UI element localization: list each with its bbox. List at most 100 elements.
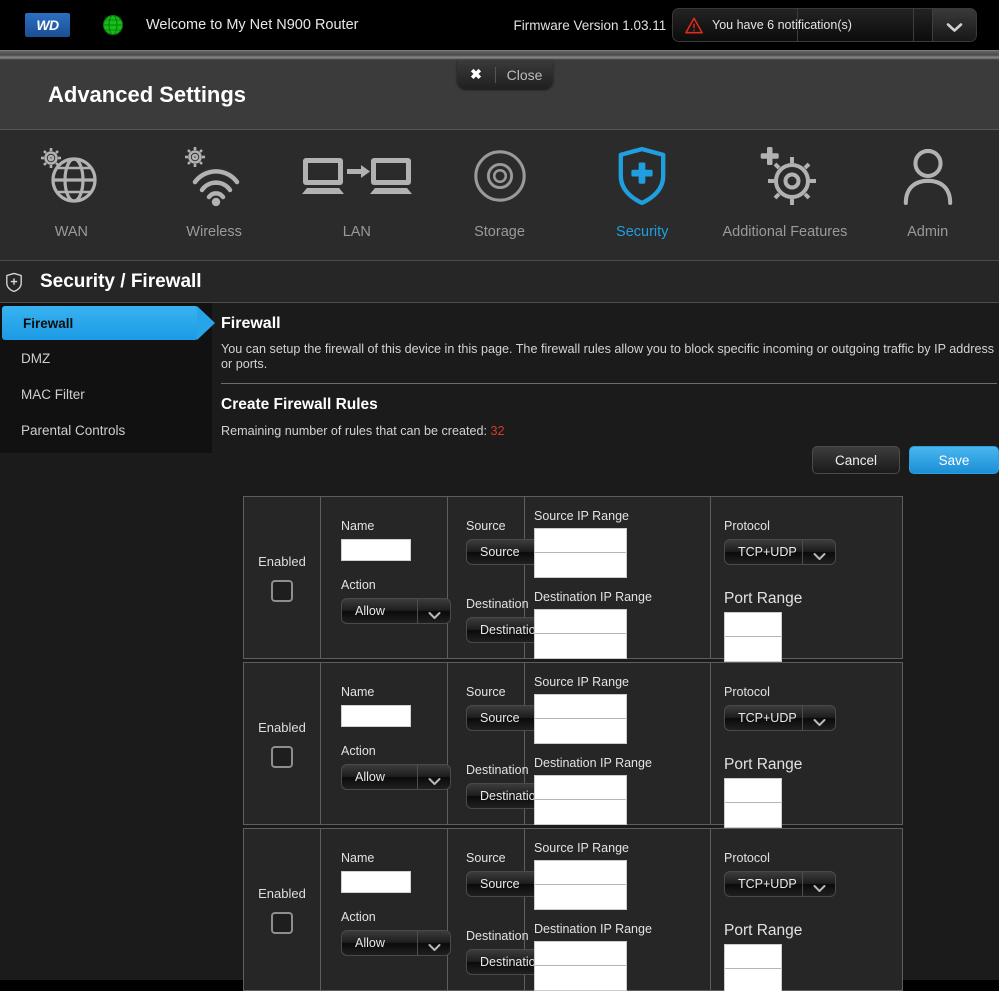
- source-ip-from-input[interactable]: [535, 529, 626, 553]
- nav-label-admin: Admin: [907, 224, 949, 240]
- port-to-input[interactable]: [725, 803, 781, 827]
- protocol-dropdown-value: TCP+UDP: [738, 545, 797, 559]
- rule-ip-range-cell: Source IP Range Destination IP Range: [525, 497, 711, 659]
- port-from-input[interactable]: [725, 613, 781, 637]
- protocol-dropdown[interactable]: TCP+UDP: [724, 705, 836, 731]
- nav-label-wireless: Wireless: [186, 224, 242, 240]
- action-label: Action: [341, 910, 376, 924]
- source-ip-range-inputs: [534, 528, 627, 578]
- rule-protocol-cell: Protocol TCP+UDP Port Range: [711, 497, 899, 662]
- port-to-input[interactable]: [725, 969, 781, 991]
- name-input[interactable]: [341, 705, 411, 727]
- destination-ip-range-inputs: [534, 609, 627, 659]
- name-label: Name: [341, 685, 375, 699]
- action-dropdown-arrow: [417, 931, 450, 955]
- enabled-checkbox[interactable]: [271, 745, 293, 768]
- nav-item-storage[interactable]: Storage: [428, 140, 571, 240]
- port-from-input[interactable]: [725, 779, 781, 803]
- sidebar-label-firewall: Firewall: [23, 315, 74, 331]
- protocol-dropdown-arrow: [802, 872, 835, 896]
- destination-ip-range-inputs: [534, 775, 627, 825]
- nav-item-security[interactable]: Security: [571, 140, 714, 240]
- enabled-checkbox[interactable]: [271, 579, 293, 602]
- destination-ip-to-input[interactable]: [535, 800, 626, 824]
- firmware-version: Firmware Version 1.03.11: [513, 17, 667, 33]
- action-dropdown-arrow: [417, 765, 450, 789]
- remaining-rules-count: 32: [490, 424, 505, 438]
- sidebar-item-dmz[interactable]: DMZ: [0, 340, 212, 376]
- source-ip-range-inputs: [534, 860, 627, 910]
- source-ip-range-inputs: [534, 694, 627, 744]
- firewall-rule-row: Enabled Name Action Allow Source Source …: [243, 496, 903, 662]
- advanced-settings-banner: ✖ Close Advanced Settings: [0, 60, 999, 130]
- protocol-dropdown-arrow: [802, 706, 835, 730]
- header-divider: [0, 50, 999, 60]
- protocol-dropdown[interactable]: TCP+UDP: [724, 539, 836, 565]
- main-content: Firewall You can setup the firewall of t…: [212, 303, 999, 991]
- save-button[interactable]: Save: [909, 446, 999, 474]
- protocol-dropdown[interactable]: TCP+UDP: [724, 871, 836, 897]
- name-input[interactable]: [341, 539, 411, 561]
- name-input[interactable]: [341, 871, 411, 893]
- nav-label-storage: Storage: [474, 224, 525, 240]
- nav-item-lan[interactable]: LAN: [285, 140, 428, 240]
- chevron-down-icon: [813, 880, 826, 892]
- admin-person-icon: [901, 140, 955, 212]
- action-dropdown[interactable]: Allow: [341, 598, 451, 624]
- notification-body[interactable]: You have 6 notification(s): [673, 9, 932, 41]
- source-ip-range-label: Source IP Range: [534, 509, 629, 523]
- source-ip-to-input[interactable]: [535, 885, 626, 909]
- notification-expand-button[interactable]: [932, 9, 976, 41]
- port-to-input[interactable]: [725, 637, 781, 661]
- destination-ip-to-input[interactable]: [535, 634, 626, 658]
- enabled-label: Enabled: [258, 719, 306, 735]
- sidebar-item-parental-controls[interactable]: Parental Controls: [0, 412, 212, 448]
- notification-text: You have 6 notification(s): [712, 18, 852, 32]
- action-label: Action: [341, 744, 376, 758]
- globe-icon: [102, 14, 124, 36]
- firewall-rule-row: Enabled Name Action Allow Source Source …: [243, 828, 903, 991]
- port-range-inputs: [724, 778, 782, 828]
- breadcrumb: Security / Firewall: [0, 261, 999, 303]
- source-ip-from-input[interactable]: [535, 695, 626, 719]
- source-ip-to-input[interactable]: [535, 553, 626, 577]
- nav-item-additional-features[interactable]: Additional Features: [714, 140, 857, 240]
- destination-ip-to-input[interactable]: [535, 966, 626, 990]
- firewall-rule-row: Enabled Name Action Allow Source Source …: [243, 662, 903, 828]
- source-ip-from-input[interactable]: [535, 861, 626, 885]
- rule-ip-range-cell: Source IP Range Destination IP Range: [525, 663, 711, 825]
- action-dropdown-value: Allow: [355, 604, 385, 618]
- notification-bar[interactable]: You have 6 notification(s): [672, 8, 977, 42]
- destination-ip-from-input[interactable]: [535, 610, 626, 634]
- port-range-inputs: [724, 944, 782, 991]
- protocol-label: Protocol: [724, 519, 770, 533]
- port-from-input[interactable]: [725, 945, 781, 969]
- breadcrumb-text: Security / Firewall: [40, 270, 202, 292]
- source-ip-to-input[interactable]: [535, 719, 626, 743]
- action-dropdown-value: Allow: [355, 770, 385, 784]
- main-navigation: WAN Wireless LAN Storage Security Additi…: [0, 130, 999, 261]
- sidebar-item-firewall[interactable]: Firewall: [2, 306, 215, 340]
- source-ip-range-label: Source IP Range: [534, 675, 629, 689]
- rule-ip-range-cell: Source IP Range Destination IP Range: [525, 829, 711, 991]
- close-button[interactable]: ✖ Close: [457, 60, 553, 89]
- sidebar-label-parental-controls: Parental Controls: [21, 422, 126, 438]
- sidebar-item-mac-filter[interactable]: MAC Filter: [0, 376, 212, 412]
- action-dropdown[interactable]: Allow: [341, 764, 451, 790]
- nav-item-admin[interactable]: Admin: [856, 140, 999, 240]
- enabled-checkbox[interactable]: [271, 911, 293, 934]
- content-heading: Firewall: [221, 315, 281, 332]
- page-title: Advanced Settings: [48, 81, 247, 107]
- rule-name-cell: Name Action Allow: [321, 829, 451, 990]
- chevron-down-icon: [428, 939, 441, 951]
- source-label: Source: [466, 685, 506, 699]
- action-dropdown-value: Allow: [355, 936, 385, 950]
- destination-ip-from-input[interactable]: [535, 776, 626, 800]
- cancel-button[interactable]: Cancel: [812, 446, 900, 474]
- welcome-message: Welcome to My Net N900 Router: [146, 17, 359, 33]
- nav-item-wan[interactable]: WAN: [0, 140, 143, 240]
- nav-item-wireless[interactable]: Wireless: [143, 140, 286, 240]
- chevron-down-icon: [813, 548, 826, 560]
- action-dropdown[interactable]: Allow: [341, 930, 451, 956]
- destination-ip-from-input[interactable]: [535, 942, 626, 966]
